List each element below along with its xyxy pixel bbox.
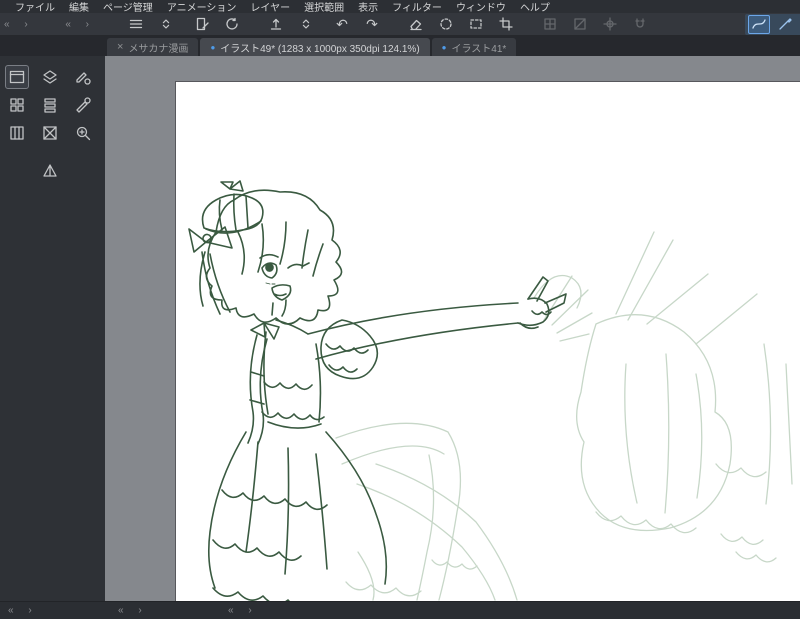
menu-help[interactable]: ヘルプ xyxy=(513,0,557,14)
panel-toggle[interactable]: « › xyxy=(228,605,338,616)
tab-mesakana-manga[interactable]: × メサカナ漫画 xyxy=(107,38,199,56)
menu-animation[interactable]: アニメーション xyxy=(160,0,244,14)
status-bar: « › « › « › xyxy=(0,601,800,619)
new-page-icon[interactable] xyxy=(191,15,213,34)
ink-layer xyxy=(188,180,567,601)
ellipse-select-icon[interactable] xyxy=(435,15,457,34)
tool-window-icon[interactable] xyxy=(4,65,29,89)
redo-icon[interactable]: ↷ xyxy=(361,15,383,34)
sub-tool-icon[interactable] xyxy=(71,93,95,117)
menu-selection[interactable]: 選択範囲 xyxy=(297,0,351,14)
modified-dot-icon: ● xyxy=(441,42,447,52)
straight-pen-icon[interactable] xyxy=(774,15,796,34)
sync-icon[interactable] xyxy=(221,15,243,34)
size-stepper-icon[interactable] xyxy=(155,15,177,34)
value-stepper-icon[interactable] xyxy=(295,15,317,34)
main-area xyxy=(0,56,800,601)
document-tab-bar: × メサカナ漫画 ● イラスト49* (1283 x 1000px 350dpi… xyxy=(0,36,800,56)
eraser-icon[interactable] xyxy=(405,15,427,34)
tool-palette xyxy=(0,56,105,601)
modified-dot-icon: ● xyxy=(210,42,216,52)
menu-filter[interactable]: フィルター xyxy=(385,0,449,14)
panel-toggle[interactable]: « › xyxy=(8,605,118,616)
command-bar: « › « › ↶ ↷ xyxy=(0,13,800,36)
material-ruler-icon[interactable] xyxy=(38,158,62,182)
tab-illust41[interactable]: ● イラスト41* xyxy=(431,38,517,56)
panel-toggle[interactable]: « › xyxy=(118,605,228,616)
menu-window[interactable]: ウィンドウ xyxy=(449,0,513,14)
color-swatches-icon[interactable] xyxy=(5,93,29,117)
tab-label: イラスト49* (1283 x 1000px 350dpi 124.1%) xyxy=(220,43,420,55)
rect-marquee-icon[interactable] xyxy=(465,15,487,34)
menu-edit[interactable]: 編集 xyxy=(62,0,96,14)
undo-icon[interactable]: ↶ xyxy=(331,15,353,34)
layer-panels-icon[interactable] xyxy=(38,93,62,117)
tab-label: イラスト41* xyxy=(451,43,507,55)
sketch-layer xyxy=(335,231,793,601)
pen-mode-group xyxy=(745,13,800,35)
pattern-icon[interactable] xyxy=(5,121,29,145)
export-icon[interactable] xyxy=(265,15,287,34)
curve-pen-icon[interactable] xyxy=(748,14,770,34)
menu-file[interactable]: ファイル xyxy=(8,0,62,14)
menu-view[interactable]: 表示 xyxy=(351,0,385,14)
clear-icon[interactable] xyxy=(38,121,62,145)
crop-icon[interactable] xyxy=(495,15,517,34)
main-menu-icon[interactable] xyxy=(125,15,147,34)
tab-illust49[interactable]: ● イラスト49* (1283 x 1000px 350dpi 124.1%) xyxy=(200,38,430,56)
grid-icon xyxy=(539,15,561,34)
toolbar-icons: ↶ ↷ xyxy=(105,13,800,35)
mesh-icon xyxy=(569,15,591,34)
pen-settings-icon[interactable] xyxy=(71,65,95,89)
zoom-icon[interactable] xyxy=(71,121,95,145)
tab-label: メサカナ漫画 xyxy=(128,43,189,55)
app-window: ファイル 編集 ページ管理 アニメーション レイヤー 選択範囲 表示 フィルター… xyxy=(0,0,800,619)
menu-layer[interactable]: レイヤー xyxy=(243,0,297,14)
canvas-workspace[interactable] xyxy=(105,56,800,601)
menu-bar: ファイル 編集 ページ管理 アニメーション レイヤー 選択範囲 表示 フィルター… xyxy=(0,0,800,14)
layer-stack-icon[interactable] xyxy=(38,65,62,89)
close-icon[interactable]: × xyxy=(117,41,123,53)
canvas-artwork xyxy=(188,180,793,601)
panel-collapse-toggles-top: « › « › xyxy=(0,19,105,30)
menu-page-manage[interactable]: ページ管理 xyxy=(96,0,160,14)
snap-icon xyxy=(629,15,651,34)
drawing-canvas[interactable] xyxy=(176,82,800,601)
guides-icon xyxy=(599,15,621,34)
panel-toggle[interactable]: « › xyxy=(65,19,95,30)
panel-toggle[interactable]: « › xyxy=(4,19,34,30)
